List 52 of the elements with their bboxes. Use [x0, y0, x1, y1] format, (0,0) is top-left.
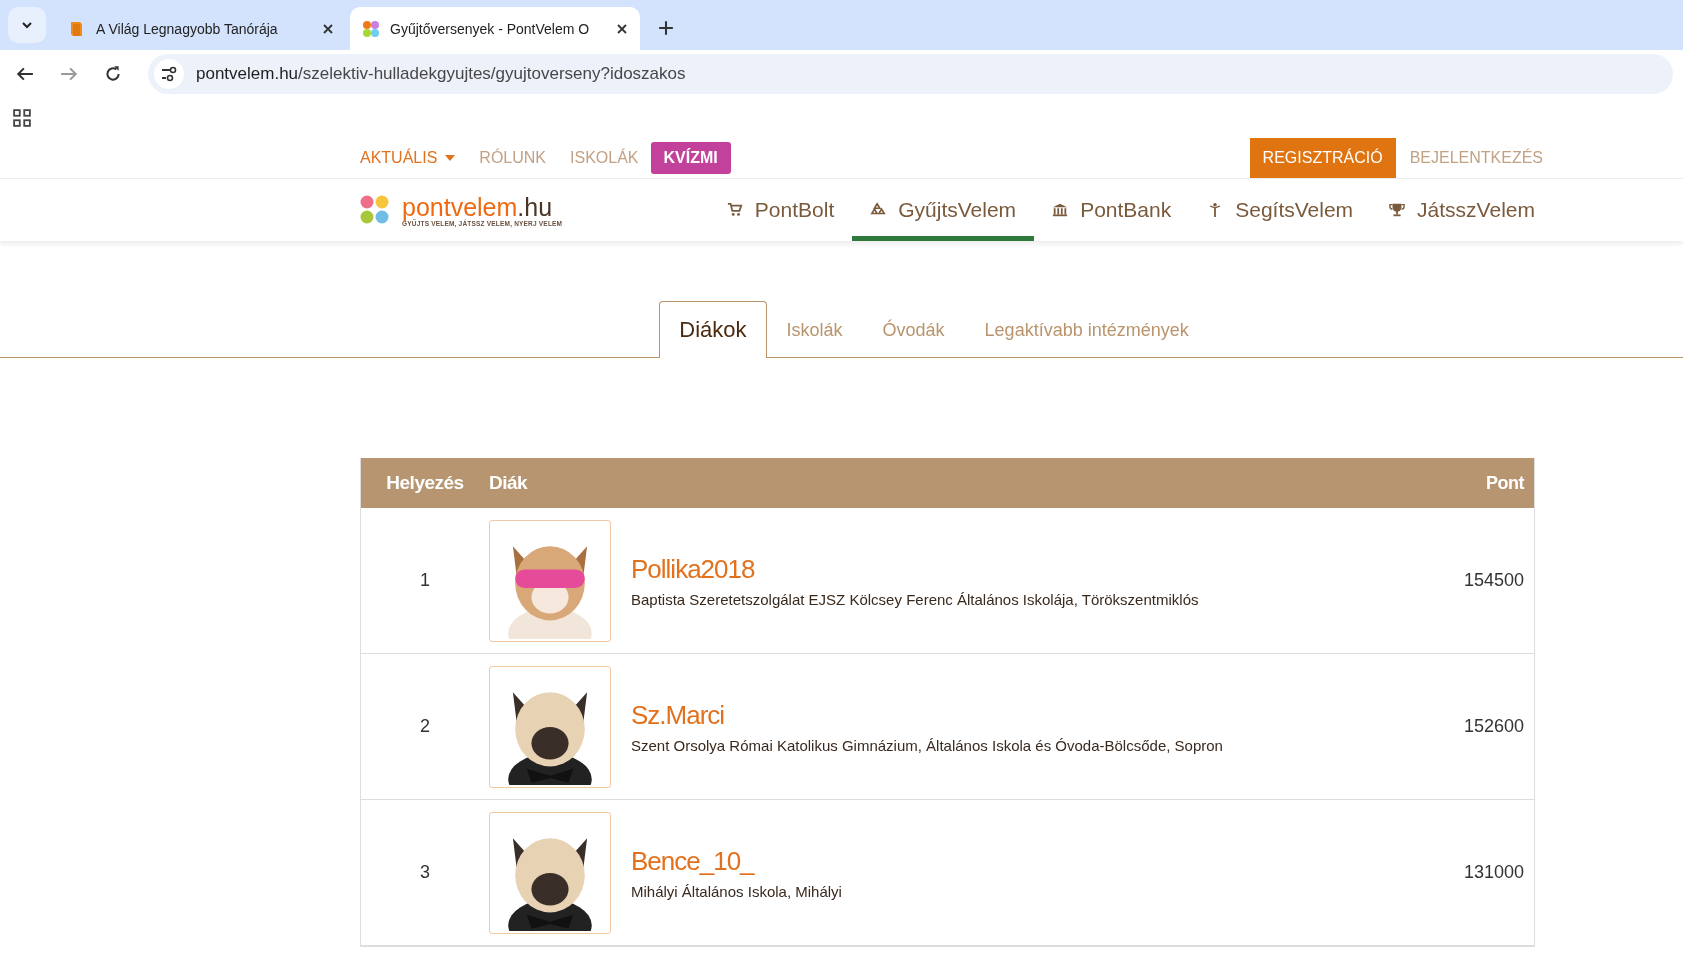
url-text: pontvelem.hu/szelektiv-hulladekgyujtes/gyujtoverseny?idoszakos — [196, 64, 686, 84]
caret-icon — [445, 155, 456, 161]
login-link[interactable]: BEJELENTKEZÉS — [1409, 149, 1543, 167]
close-icon[interactable] — [616, 22, 628, 35]
site-settings-icon[interactable] — [160, 65, 178, 83]
school-text: Mihályi Általános Iskola, Mihályi — [631, 882, 842, 900]
main-nav-item[interactable]: GyűjtsVelem — [852, 179, 1035, 241]
quiz-button[interactable]: KVÍZMI — [650, 142, 731, 174]
column-header: Pont — [1485, 472, 1526, 494]
logo-text: pontvelem.hu — [402, 193, 554, 220]
browser-tab[interactable]: A Világ Legnagyobb Tanórája — [56, 7, 346, 50]
rank-cell-text: 1 — [419, 570, 431, 591]
cart-icon — [726, 202, 743, 218]
points-cell-text: 131000 — [1462, 862, 1525, 883]
tab[interactable]: Legaktívabb intézmények — [964, 302, 1209, 358]
column-header: Diák — [489, 472, 529, 494]
address-bar[interactable]: pontvelem.hu/szelektiv-hulladekgyujtes/gyujtoverseny?idoszakos — [148, 54, 1673, 94]
nav-link[interactable]: ISKOLÁK — [570, 149, 639, 167]
back-icon[interactable] — [16, 65, 34, 83]
bank-icon — [1052, 202, 1069, 218]
trophy-icon — [1389, 202, 1406, 218]
tab-title: A Világ Legnagyobb Tanórája — [96, 20, 279, 37]
rank-cell-text: 2 — [419, 716, 431, 737]
register-button[interactable]: REGISZTRÁCIÓ — [1249, 138, 1396, 178]
nav-link[interactable]: RÓLUNK — [479, 149, 547, 167]
tab[interactable]: Diákok — [659, 301, 767, 358]
rank-cell-text: 3 — [419, 862, 431, 883]
tab[interactable]: Óvodák — [862, 302, 965, 358]
tab[interactable]: Iskolák — [766, 302, 863, 358]
nav-link[interactable]: AKTUÁLIS — [360, 149, 456, 167]
main-nav-item[interactable]: SegítsVelem — [1189, 179, 1372, 241]
apps-grid-icon[interactable] — [13, 109, 31, 127]
user-name-link[interactable]: Bence_10_ — [631, 845, 842, 877]
new-tab-icon[interactable] — [658, 20, 674, 36]
points-cell-text: 154500 — [1462, 570, 1525, 591]
chevron-down-icon — [21, 19, 33, 31]
tab-title: Gyűjtőversenyek - PontVelem O — [390, 20, 591, 37]
main-nav-item[interactable]: PontBank — [1034, 179, 1190, 241]
points-cell-text: 152600 — [1462, 716, 1525, 737]
user-name-link[interactable]: Pollika2018 — [631, 553, 1199, 585]
browser-tab[interactable]: Gyűjtőversenyek - PontVelem O — [350, 7, 640, 50]
school-text: Baptista Szeretetszolgálat EJSZ Kölcsey Ferenc Általános Iskolája, Törökszentmiklós — [631, 590, 1199, 608]
logo-icon — [360, 195, 390, 225]
user-name-link[interactable]: Sz.Marci — [631, 699, 1223, 731]
reload-icon[interactable] — [104, 65, 122, 83]
main-nav-item[interactable]: PontBolt — [708, 179, 853, 241]
forward-icon[interactable] — [60, 65, 78, 83]
main-nav-item[interactable]: JátsszVelem — [1371, 179, 1535, 241]
close-icon[interactable] — [322, 22, 334, 35]
school-text: Szent Orsolya Római Katolikus Gimnázium, Általános Iskola és Óvoda-Bölcsőde, Sopron — [631, 736, 1223, 754]
logo-icon — [362, 19, 380, 38]
column-header: Helyezés — [385, 472, 465, 494]
